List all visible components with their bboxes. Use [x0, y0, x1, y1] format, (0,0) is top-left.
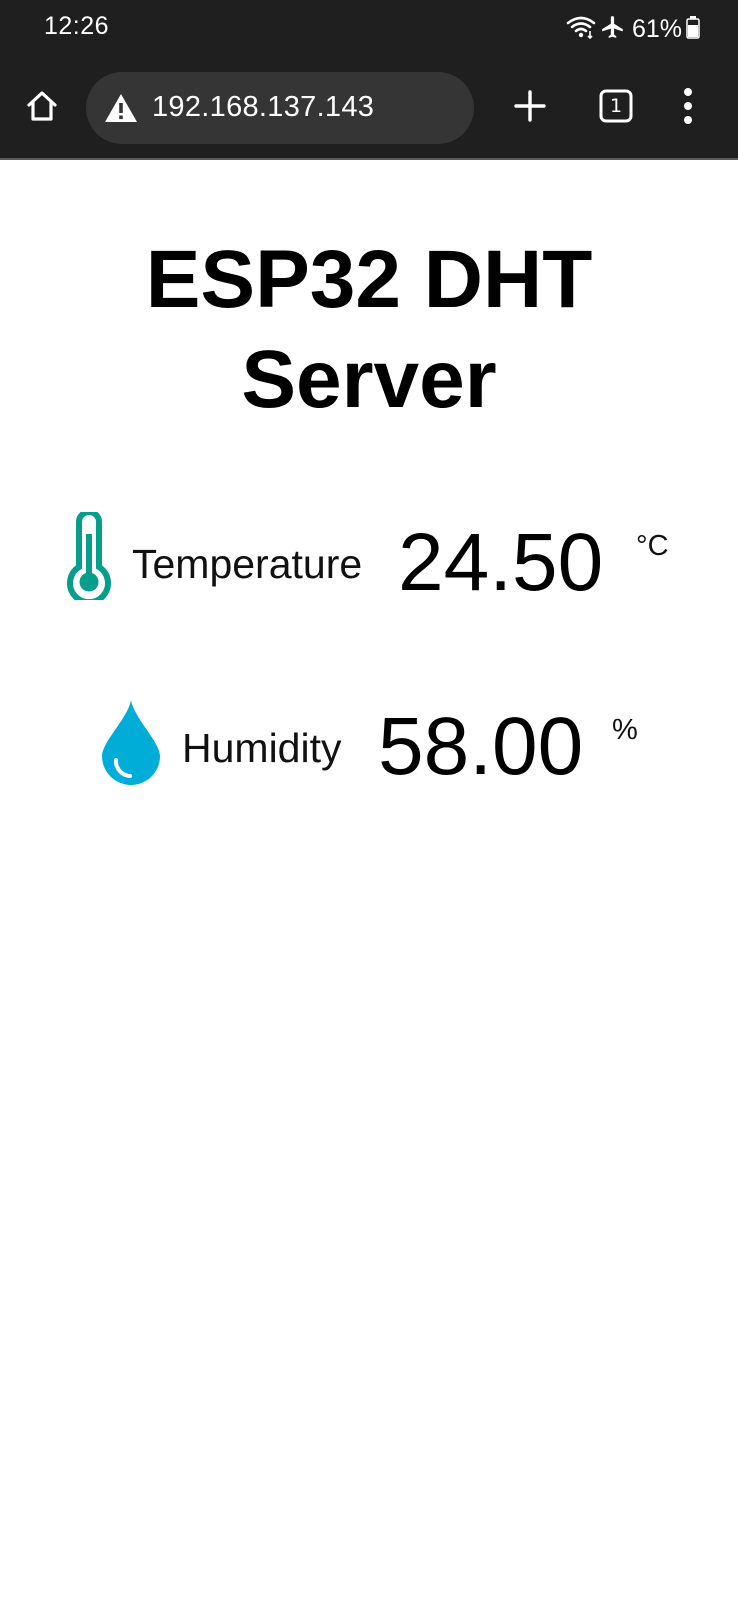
- temperature-row: Temperature 24.50 °C: [0, 509, 738, 620]
- humidity-row: Humidity 58.00 %: [0, 692, 738, 802]
- status-icons: 61%: [566, 12, 700, 46]
- home-icon: [24, 88, 60, 129]
- temperature-unit: °C: [636, 530, 669, 562]
- warning-icon[interactable]: [104, 92, 138, 124]
- url-text[interactable]: 192.168.137.143: [152, 91, 374, 124]
- address-bar[interactable]: 192.168.137.143: [86, 72, 474, 144]
- temperature-value: 24.50: [398, 517, 604, 608]
- humidity-unit: %: [612, 714, 638, 746]
- battery-icon: [686, 15, 700, 44]
- temperature-label: Temperature: [132, 541, 363, 587]
- status-time: 12:26: [44, 12, 110, 40]
- battery-percent: 61%: [631, 14, 682, 43]
- plus-icon: [510, 90, 550, 130]
- droplet-icon: [98, 698, 164, 791]
- status-bar: 12:26 61%: [0, 0, 738, 58]
- home-button[interactable]: [22, 88, 62, 128]
- tab-switcher-button[interactable]: 1: [598, 88, 634, 124]
- humidity-label: Humidity: [182, 725, 342, 771]
- more-vert-icon: [676, 88, 700, 132]
- page-content: ESP32 DHT Server Temperature 24.50 °C Hu…: [0, 160, 738, 1600]
- more-options-button[interactable]: [676, 84, 700, 128]
- airplane-icon: [600, 14, 626, 45]
- humidity-value: 58.00: [378, 701, 584, 792]
- wifi-icon: [566, 14, 596, 45]
- thermometer-icon: [66, 509, 112, 606]
- new-tab-button[interactable]: [510, 86, 550, 126]
- browser-toolbar: 192.168.137.143 1: [0, 58, 738, 160]
- tab-count: 1: [609, 95, 623, 117]
- page-title: ESP32 DHT Server: [145, 234, 593, 425]
